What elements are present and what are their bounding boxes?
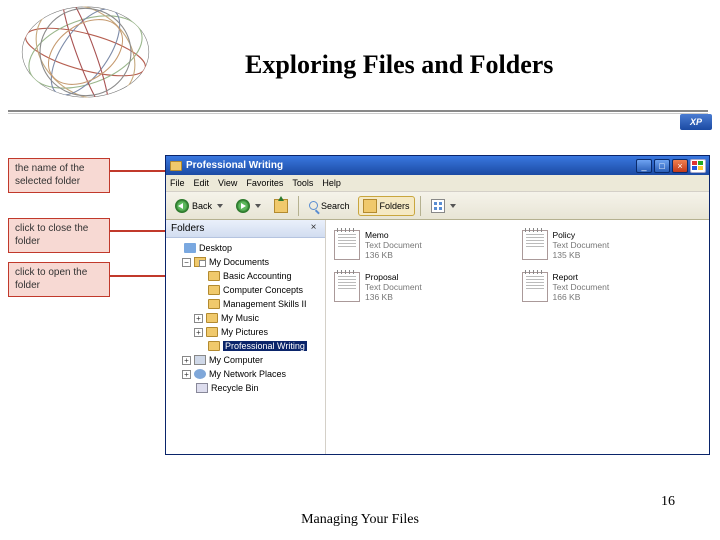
window-title: Professional Writing xyxy=(186,160,634,171)
tree-my-pictures[interactable]: +My Pictures xyxy=(170,325,323,339)
network-places-icon xyxy=(194,369,206,379)
chevron-down-icon xyxy=(217,204,223,208)
arrow-line xyxy=(110,275,172,277)
up-folder-icon xyxy=(274,199,288,213)
up-button[interactable] xyxy=(269,196,293,216)
expand-button[interactable]: + xyxy=(194,314,203,323)
folder-icon xyxy=(208,285,220,295)
expand-button[interactable]: + xyxy=(182,356,191,365)
tree-management-skills[interactable]: Management Skills II xyxy=(170,297,323,311)
menu-favorites[interactable]: Favorites xyxy=(246,178,283,188)
callout-name-of-selected-folder: the name of the selected folder xyxy=(8,158,110,193)
expand-button[interactable]: + xyxy=(194,328,203,337)
folder-icon xyxy=(170,161,182,171)
file-item[interactable]: ReportText Document166 KB xyxy=(522,272,710,314)
folders-pane-title: Folders xyxy=(171,223,204,234)
menu-file[interactable]: File xyxy=(170,178,185,188)
search-icon xyxy=(309,201,318,210)
xp-badge: XP xyxy=(680,114,712,130)
tree-network-places[interactable]: +My Network Places xyxy=(170,367,323,381)
decorative-sphere-logo xyxy=(8,2,163,102)
search-button[interactable]: Search xyxy=(304,198,355,214)
file-item[interactable]: MemoText Document136 KB xyxy=(334,230,522,272)
forward-button[interactable] xyxy=(231,196,266,216)
page-number: 16 xyxy=(661,494,675,510)
arrow-line xyxy=(110,170,172,172)
tree-professional-writing[interactable]: Professional Writing xyxy=(170,339,323,353)
minimize-button[interactable]: _ xyxy=(636,159,652,173)
folder-icon xyxy=(208,299,220,309)
content-pane: MemoText Document136 KB PolicyText Docum… xyxy=(326,220,709,454)
collapse-button[interactable]: − xyxy=(182,258,191,267)
text-document-icon xyxy=(334,230,360,260)
folders-pane: Folders × Desktop −My Documents Basic Ac… xyxy=(166,220,326,454)
menu-edit[interactable]: Edit xyxy=(194,178,210,188)
text-document-icon xyxy=(522,272,548,302)
folders-pane-close-button[interactable]: × xyxy=(307,222,320,235)
menu-tools[interactable]: Tools xyxy=(292,178,313,188)
text-document-icon xyxy=(334,272,360,302)
my-documents-icon xyxy=(194,257,206,267)
header-divider xyxy=(8,110,708,112)
footer-title: Managing Your Files xyxy=(0,512,720,528)
callout-click-to-open: click to open the folder xyxy=(8,262,110,297)
views-icon xyxy=(431,199,445,213)
tree-recycle-bin[interactable]: Recycle Bin xyxy=(170,381,323,395)
toolbar-separator xyxy=(298,196,299,216)
back-arrow-icon xyxy=(175,199,189,213)
folder-icon xyxy=(206,327,218,337)
chevron-down-icon xyxy=(450,204,456,208)
tree-desktop[interactable]: Desktop xyxy=(170,241,323,255)
folders-icon xyxy=(363,199,377,213)
window-titlebar: Professional Writing _ □ × xyxy=(166,156,709,175)
toolbar: Back Search Folders xyxy=(166,192,709,220)
folder-tree: Desktop −My Documents Basic Accounting C… xyxy=(166,238,325,398)
folders-pane-header: Folders × xyxy=(166,220,325,238)
recycle-bin-icon xyxy=(196,383,208,393)
folder-icon xyxy=(206,313,218,323)
tree-my-computer[interactable]: +My Computer xyxy=(170,353,323,367)
folders-button[interactable]: Folders xyxy=(358,196,415,216)
tree-my-music[interactable]: +My Music xyxy=(170,311,323,325)
folder-open-icon xyxy=(208,341,220,351)
desktop-icon xyxy=(184,243,196,253)
toolbar-separator xyxy=(420,196,421,216)
views-button[interactable] xyxy=(426,196,461,216)
forward-arrow-icon xyxy=(236,199,250,213)
tree-computer-concepts[interactable]: Computer Concepts xyxy=(170,283,323,297)
tree-basic-accounting[interactable]: Basic Accounting xyxy=(170,269,323,283)
explorer-window: Professional Writing _ □ × File Edit Vie… xyxy=(165,155,710,455)
callout-click-to-close: click to close the folder xyxy=(8,218,110,253)
my-computer-icon xyxy=(194,355,206,365)
menu-view[interactable]: View xyxy=(218,178,237,188)
header-divider-thin xyxy=(8,113,708,114)
file-item[interactable]: ProposalText Document136 KB xyxy=(334,272,522,314)
slide-title: Exploring Files and Folders xyxy=(245,50,553,80)
file-item[interactable]: PolicyText Document135 KB xyxy=(522,230,710,272)
chevron-down-icon xyxy=(255,204,261,208)
maximize-button[interactable]: □ xyxy=(654,159,670,173)
back-button[interactable]: Back xyxy=(170,196,228,216)
close-button[interactable]: × xyxy=(672,159,688,173)
text-document-icon xyxy=(522,230,548,260)
tree-my-documents[interactable]: −My Documents xyxy=(170,255,323,269)
menu-bar: File Edit View Favorites Tools Help xyxy=(166,175,709,192)
expand-button[interactable]: + xyxy=(182,370,191,379)
windows-flag-icon xyxy=(690,159,706,173)
menu-help[interactable]: Help xyxy=(322,178,341,188)
arrow-line xyxy=(110,230,172,232)
folder-icon xyxy=(208,271,220,281)
